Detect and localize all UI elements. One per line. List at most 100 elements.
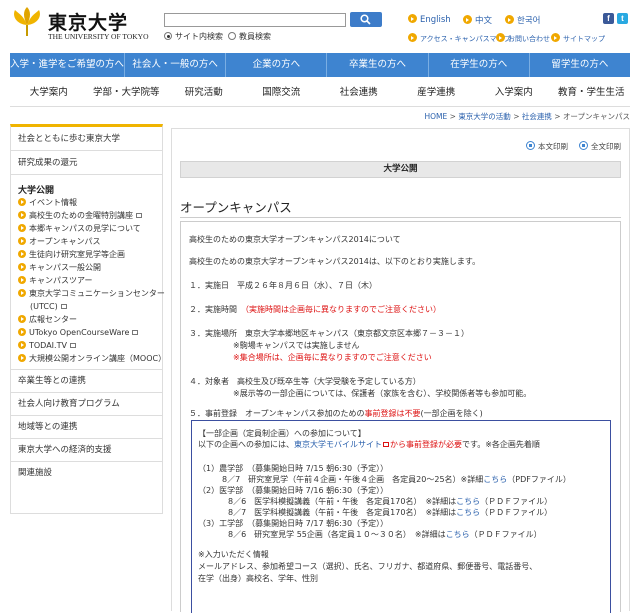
arrow-circle-icon [18,237,26,245]
content-box: 高校生のための東京大学オープンキャンパス2014について 高校生のための東京大学… [180,221,621,613]
nav-international[interactable]: 国際交流 [243,79,321,106]
nav-education[interactable]: 教育・学生生活 [553,79,631,106]
print-all-button[interactable]: 全文印刷 [579,141,621,152]
radio-faculty-search[interactable]: 教員検索 [228,31,271,42]
external-link-icon [383,442,389,447]
sidebar-subitem[interactable]: 広報センター [11,313,162,326]
print-body-button[interactable]: 本文印刷 [526,141,568,152]
arrow-circle-icon [505,15,514,24]
program-engineering-detail: 8／6 研究室見学 55企画（各定員１０～３０名） ※詳細はこちら（ＰＤＦファイ… [228,530,542,539]
box-heading: 【一部企画（定員制企画）への参加について】 [198,429,366,438]
nav-faculties[interactable]: 学部・大学院等 [88,79,166,106]
input-info-heading: ※入力いただく情報 [198,550,269,559]
sidebar-item-facilities[interactable]: 関連施設 [11,461,162,484]
lang-chinese-link[interactable]: 中文 [463,14,492,26]
program-medicine: （2）医学部 （募集開始日時 7/16 朝6:30（予定）） [198,486,389,495]
nav-current-students[interactable]: 在学生の方へ [429,53,530,77]
sidebar-subitem[interactable]: 東京大学コミュニケーションセンター [11,287,165,300]
detail-pdf-link[interactable]: こちら [483,475,507,484]
search-input[interactable] [164,13,346,27]
search-button[interactable] [350,12,382,27]
registration-not-required: 事前登録は不要 [364,409,421,418]
nav-social-collab[interactable]: 社会連携 [320,79,398,106]
nav-public[interactable]: 社会人・一般の方へ [125,53,227,77]
nav-prospective-students[interactable]: 入学・進学をご希望の方へ [10,53,126,77]
page-title: オープンキャンパス [180,200,292,215]
divider [180,217,621,218]
sidebar-subitem[interactable]: UTokyo OpenCourseWare [11,326,162,339]
arrow-circle-icon [18,315,26,323]
search-icon [360,14,371,25]
sidebar-subitem[interactable]: TODAI.TV [11,339,162,352]
sidebar-subitem[interactable]: 本郷キャンパスの見学について [11,222,162,235]
nav-about[interactable]: 大学案内 [10,79,88,106]
radio-selected-icon [164,32,172,40]
sitemap-link[interactable]: サイトマップ [551,33,605,44]
breadcrumb-home[interactable]: HOME [424,112,447,121]
sidebar-heading-open-university[interactable]: 大学公開 [11,183,162,196]
arrow-circle-icon [408,33,417,42]
arrow-circle-icon [18,276,26,284]
mobile-site-link[interactable]: 東京大学モバイルサイト [294,440,382,449]
sidebar-subitem[interactable]: キャンパス一般公開 [11,261,162,274]
lang-korean-link[interactable]: 한국어 [505,14,540,26]
arrow-circle-icon [551,33,560,42]
nav-admissions[interactable]: 入学案内 [475,79,553,106]
arrow-circle-icon [408,14,417,23]
intro-heading: 高校生のための東京大学オープンキャンパス2014について [189,235,401,244]
arrow-circle-icon [18,198,26,206]
sidebar-item-society[interactable]: 社会とともに歩む東京大学 [11,127,162,151]
nav-alumni[interactable]: 卒業生の方へ [327,53,429,77]
input-info-list-2: 在学（出身）高校名、学年、性別 [198,574,318,583]
nav-international-students[interactable]: 留学生の方へ [530,53,630,77]
sidebar-item-regional[interactable]: 地域等との連携 [11,415,162,438]
nav-research[interactable]: 研究活動 [165,79,243,106]
arrow-circle-icon [18,224,26,232]
breadcrumb-activities[interactable]: 東京大学の活動 [458,112,511,121]
sidebar-item-adult-education[interactable]: 社会人向け教育プログラム [11,392,162,415]
detail-pdf-link[interactable]: こちら [446,530,470,539]
input-info-list-1: メールアドレス、参加希望コース（選択）、氏名、フリガナ、都道府県、郵便番号、電話… [198,562,538,571]
sidebar-subitem[interactable]: (UTCC) [11,300,162,313]
audience-nav: 入学・進学をご希望の方へ 社会人・一般の方へ 企業の方へ 卒業生の方へ 在学生の… [10,53,630,77]
sidebar-subitem[interactable]: 生徒向け研究室見学等企画 [11,248,162,261]
arrow-circle-icon [18,289,26,297]
external-link-icon [132,330,139,335]
radio-site-search[interactable]: サイト内検索 [164,31,223,42]
facebook-icon[interactable]: f [603,13,614,24]
sidebar-submenu: イベント情報 高校生のための金曜特別講座 本郷キャンパスの見学について オープンキャン… [11,196,166,365]
target-info: ４．対象者 高校生及び既卒生等（大学受験を予定している方） [189,377,421,386]
limited-programs-box: 【一部企画（定員制企画）への参加について】 以下の企画への参加には、東京大学モバ… [191,420,611,613]
external-link-icon [60,304,67,309]
detail-pdf-link[interactable]: こちら [456,508,480,517]
sidebar-subitem[interactable]: キャンパスツアー [11,274,162,287]
sidebar-item-research-return[interactable]: 研究成果の還元 [11,151,162,175]
nav-industry-collab[interactable]: 産学連携 [398,79,476,106]
sidebar-subitem[interactable]: 高校生のための金曜特別講座 [11,209,162,222]
arrow-circle-icon [463,15,472,24]
breadcrumb-current: オープンキャンパス [562,112,630,121]
lang-english-link[interactable]: English [408,14,451,25]
twitter-icon[interactable]: t [617,13,628,24]
arrow-circle-icon [496,33,505,42]
date-info: １．実施日 平成２６年８月６日（水）、７日（木） [189,281,377,290]
box-registration-line: 以下の企画への参加には、東京大学モバイルサイト から事前登録が必要です。※各企画先… [198,440,540,449]
program-agriculture: （1）農学部 （募集開始日時 7/15 朝6:30（予定）） [198,464,389,473]
sidebar-item-financial-support[interactable]: 東京大学への経済的支援 [11,438,162,461]
time-note: （実施時間は企画毎に異なりますのでご注意ください） [245,305,441,314]
contact-link[interactable]: お問い合わせ [496,33,550,44]
university-logo[interactable]: 東京大学 THE UNIVERSITY OF TOKYO [10,6,160,44]
detail-pdf-link[interactable]: こちら [456,497,480,506]
sidebar-item-alumni[interactable]: 卒業生等との連携 [11,369,162,392]
place-info: ３．実施場所 東京大学本郷地区キャンパス（東京都文京区本郷７－３－１） [189,329,469,338]
arrow-circle-icon [18,250,26,258]
place-note-komaba: ※駒場キャンパスでは実施しません [233,341,360,350]
intro-text: 高校生のための東京大学オープンキャンパス2014は、以下のとおり実施します。 [189,257,481,266]
nav-companies[interactable]: 企業の方へ [226,53,328,77]
sidebar-subitem[interactable]: 大規模公開オンライン講座（MOOC） [11,352,166,365]
breadcrumb-social[interactable]: 社会連携 [522,112,552,121]
program-medicine-detail-1: 8／6 医学科模擬講義（午前・午後 各定員170名） ※詳細はこちら（ＰＤＦファ… [228,497,553,506]
sidebar-subitem[interactable]: イベント情報 [11,196,162,209]
arrow-circle-icon [18,341,26,349]
sidebar-subitem[interactable]: オープンキャンパス [11,235,162,248]
